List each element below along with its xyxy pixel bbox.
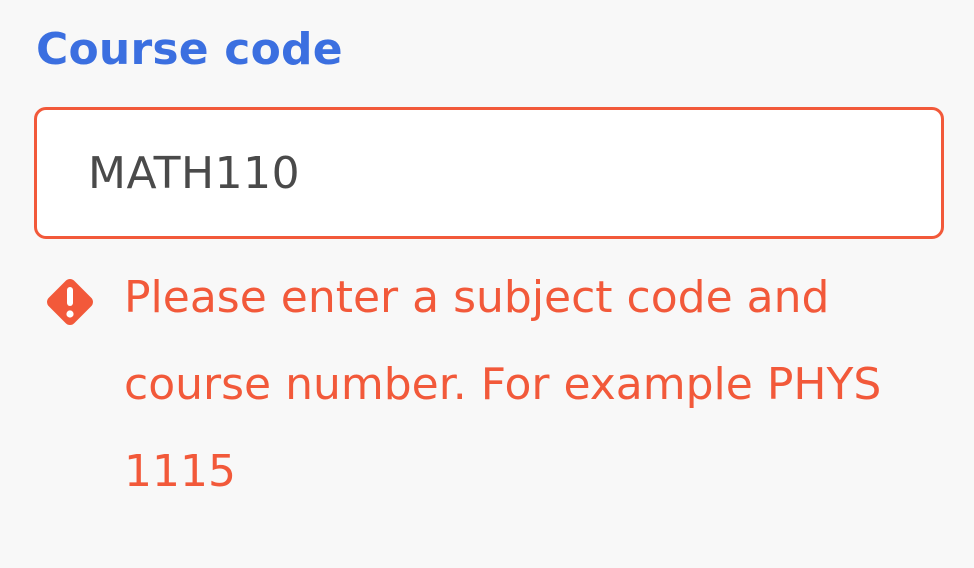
course-code-input-container[interactable]: [34, 107, 944, 239]
course-code-input[interactable]: [88, 110, 908, 236]
course-code-label: Course code: [36, 24, 343, 75]
error-diamond-icon: [47, 279, 93, 325]
error-message: Please enter a subject code and course n…: [124, 272, 882, 497]
